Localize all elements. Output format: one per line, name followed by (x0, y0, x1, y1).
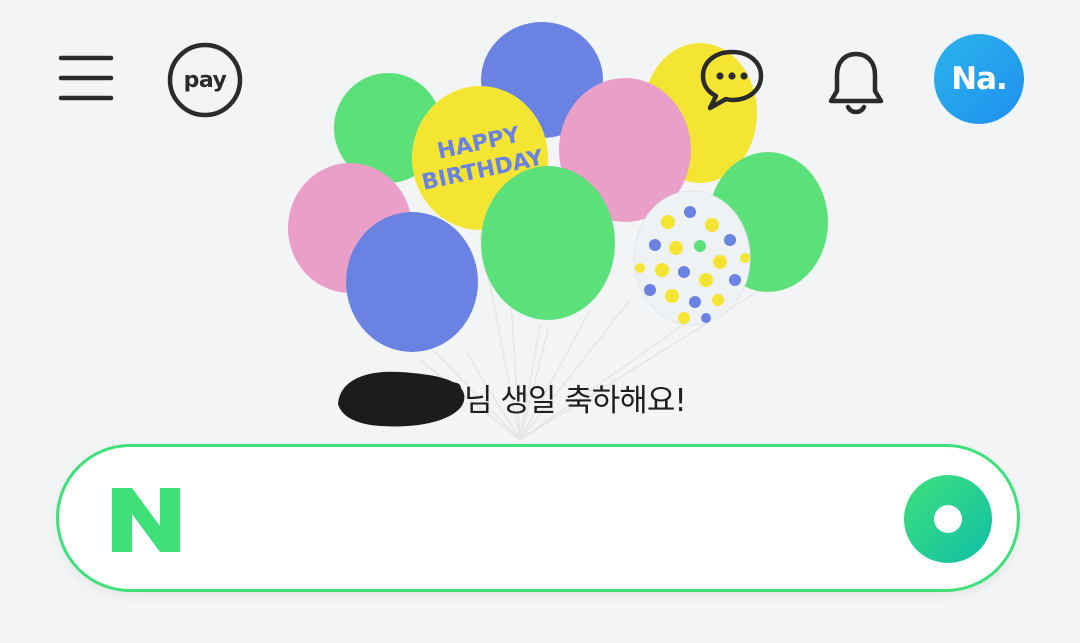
balloon-blue-front (346, 212, 478, 352)
profile-avatar-button[interactable]: Na. (934, 34, 1024, 124)
talk-button[interactable] (696, 44, 768, 116)
balloon-green-center (481, 166, 615, 320)
bell-icon (828, 51, 884, 115)
redacted-name-scribble (338, 371, 465, 427)
chat-bubble-icon (700, 49, 764, 111)
pay-label: pay (183, 67, 227, 93)
notification-button[interactable] (820, 44, 892, 120)
naver-n-logo-icon (112, 488, 180, 552)
avatar-label: Na. (951, 61, 1008, 97)
greeting-text: 님 생일 축하해요! (464, 382, 687, 419)
green-ring-button-icon[interactable] (904, 475, 992, 563)
naver-home-screen: HAPPY BIRTHDAY pay Na. 님 생일 축하해요! (0, 0, 1080, 643)
birthday-greeting: 님 생일 축하해요! (330, 362, 687, 432)
hamburger-menu-icon (58, 55, 114, 101)
search-input[interactable] (209, 477, 913, 563)
balloon-confetti (633, 190, 751, 326)
pay-button[interactable]: pay (165, 40, 245, 120)
menu-button[interactable] (52, 44, 120, 112)
search-bar[interactable] (56, 444, 1020, 592)
